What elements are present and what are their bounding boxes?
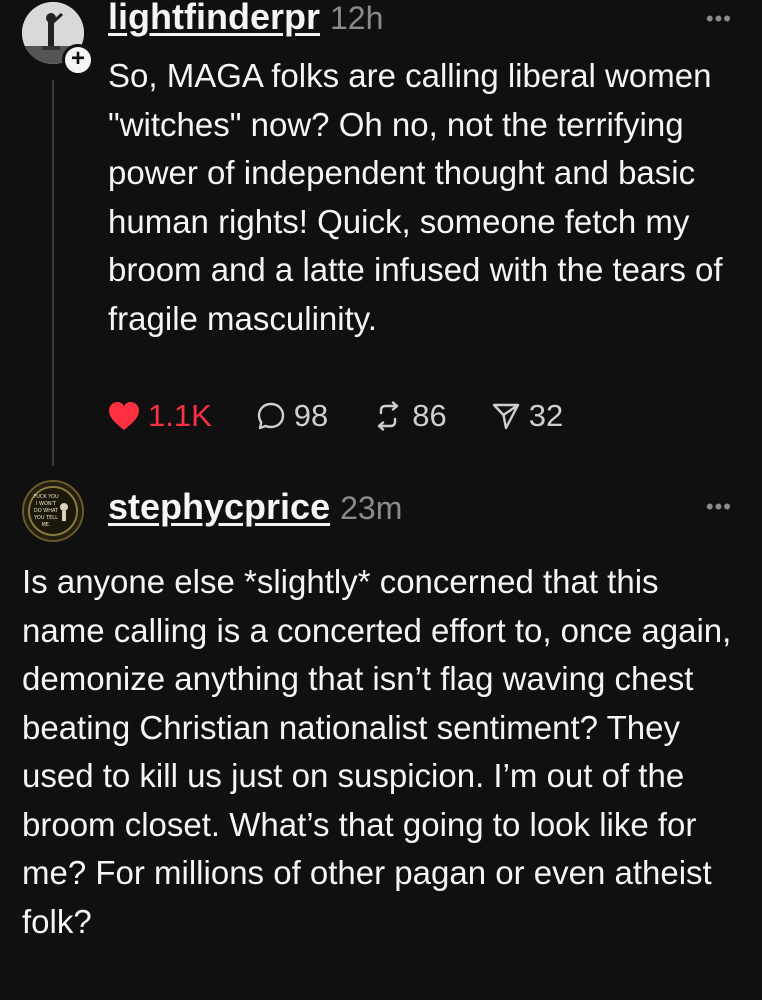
post-lightfinderpr: + lightfinderpr 12h ••• So, MAGA folks a… bbox=[0, 0, 762, 470]
repost-icon bbox=[372, 401, 404, 431]
more-options-button[interactable]: ••• bbox=[706, 6, 732, 32]
like-count: 1.1K bbox=[148, 398, 212, 433]
repost-count: 86 bbox=[412, 398, 447, 433]
post-stephycprice: FUCK YOU I WON'T DO WHAT YOU TELL ME. st… bbox=[0, 470, 762, 1000]
avatar-text-line: FUCK YOU bbox=[33, 494, 59, 500]
post-text: So, MAGA folks are calling liberal women… bbox=[108, 57, 723, 337]
post-header: stephycprice 23m bbox=[108, 486, 402, 528]
action-bar: 1.1K 98 86 32 bbox=[108, 398, 607, 434]
avatar-text-line: DO WHAT bbox=[34, 508, 59, 514]
reply-count: 98 bbox=[293, 398, 329, 433]
username[interactable]: stephycprice bbox=[108, 486, 330, 528]
more-options-button[interactable]: ••• bbox=[706, 494, 732, 520]
post-text: Is anyone else *slightly* concerned that… bbox=[22, 563, 732, 940]
reply-button[interactable]: 98 bbox=[256, 398, 328, 434]
share-icon bbox=[491, 401, 521, 431]
post-header: lightfinderpr 12h bbox=[108, 0, 383, 38]
share-count: 32 bbox=[528, 398, 564, 433]
avatar-text-line: YOU TELL bbox=[33, 515, 58, 521]
timestamp: 23m bbox=[340, 490, 403, 526]
timestamp: 12h bbox=[329, 0, 384, 36]
avatar[interactable]: FUCK YOU I WON'T DO WHAT YOU TELL ME. bbox=[22, 480, 84, 542]
username[interactable]: lightfinderpr bbox=[108, 0, 320, 38]
avatar-text-line: ME. bbox=[41, 522, 50, 528]
repost-button[interactable]: 86 bbox=[372, 398, 447, 434]
share-button[interactable]: 32 bbox=[491, 398, 563, 434]
avatar-image: FUCK YOU I WON'T DO WHAT YOU TELL ME. bbox=[24, 482, 82, 540]
avatar-text-line: I WON'T bbox=[36, 501, 57, 507]
like-button[interactable]: 1.1K bbox=[108, 398, 212, 434]
comment-icon bbox=[256, 401, 286, 431]
follow-button[interactable]: + bbox=[62, 44, 94, 76]
heart-icon bbox=[108, 401, 140, 431]
thread-line bbox=[52, 80, 54, 466]
